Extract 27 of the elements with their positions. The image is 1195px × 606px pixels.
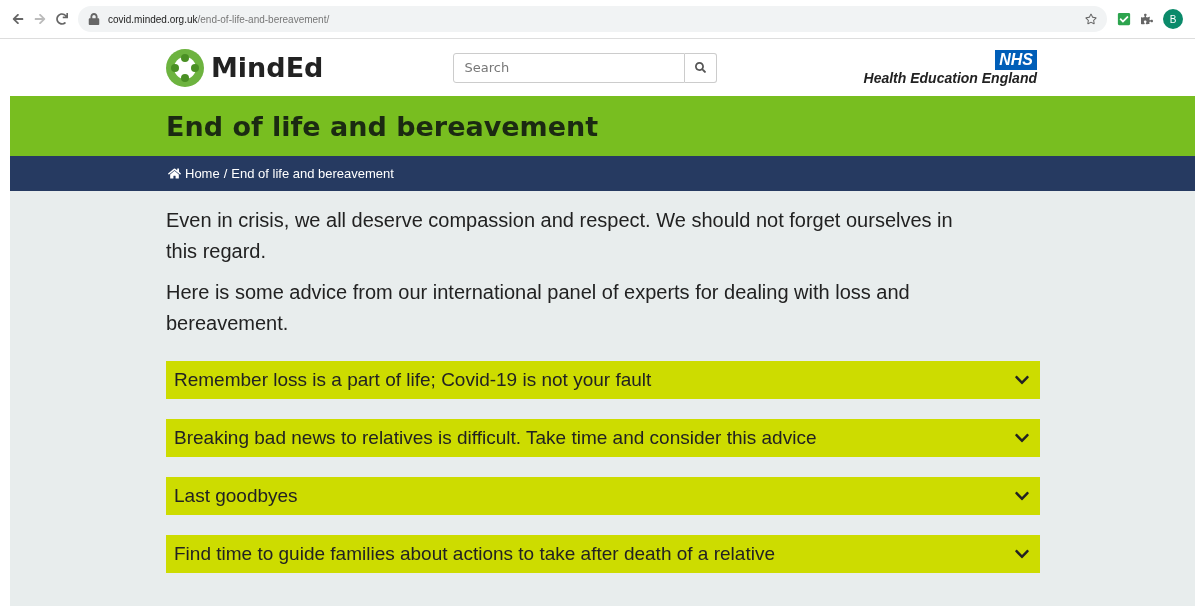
accordion-header[interactable]: Find time to guide families about actions to take after death of a relative <box>166 535 1040 573</box>
intro-paragraph: Even in crisis, we all deserve compassion and respect. We should not forget ourselves in this regard. <box>166 208 954 264</box>
check-icon[interactable] <box>1117 12 1131 26</box>
accordion-header[interactable]: Remember loss is a part of life; Covid-19 is not your fault <box>166 361 1040 399</box>
breadcrumb-current: End of life and bereavement <box>231 166 394 181</box>
nhs-badge: NHS <box>995 49 1037 70</box>
back-icon[interactable] <box>12 13 24 25</box>
page-title: End of life and bereavement <box>166 110 599 142</box>
profile-avatar[interactable]: B <box>1163 9 1183 29</box>
url-path[interactable]: /end-of-life-and-bereavement/ <box>197 13 330 25</box>
intro-paragraph: Here is some advice from our international panel of experts for dealing with loss and bereavement. <box>166 280 911 336</box>
search-button[interactable] <box>685 52 718 83</box>
home-link[interactable]: Home <box>168 166 220 181</box>
lock-icon <box>88 13 100 25</box>
accordion-header[interactable]: Breaking bad news to relatives is difficult. Take time and consider this advice <box>166 419 1040 457</box>
logo-text: MindEd <box>211 52 324 83</box>
search-icon <box>695 62 707 73</box>
logo-icon <box>165 47 205 88</box>
organisation-name: Health Education England <box>863 69 1037 86</box>
url-host[interactable]: covid.minded.org.uk <box>108 13 198 25</box>
breadcrumb-separator: / <box>223 166 228 181</box>
star-icon[interactable] <box>1085 13 1097 25</box>
reload-icon[interactable] <box>56 13 68 25</box>
accordion-header[interactable]: Last goodbyes <box>166 477 1040 515</box>
puzzle-icon[interactable] <box>1141 13 1153 25</box>
home-icon <box>168 167 181 180</box>
search-field[interactable]: Search <box>453 52 686 83</box>
